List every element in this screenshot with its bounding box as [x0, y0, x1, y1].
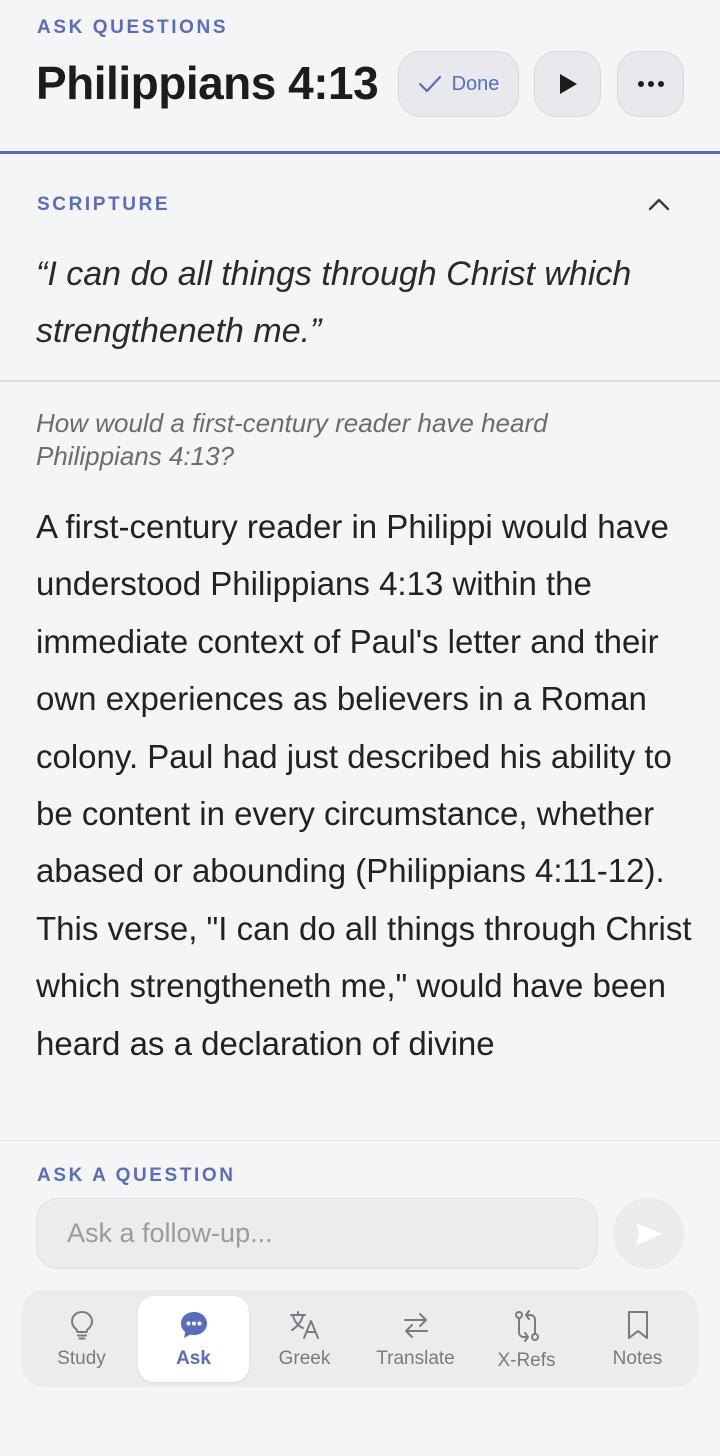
tab-ask[interactable]: Ask: [138, 1296, 249, 1382]
translate-glyph-icon: [289, 1311, 319, 1339]
done-button-label: Done: [451, 72, 500, 95]
ask-label: ASK A QUESTION: [37, 1165, 236, 1186]
send-icon: [635, 1222, 662, 1245]
tab-study-label: Study: [57, 1348, 106, 1369]
tab-translate-label: Translate: [376, 1348, 455, 1369]
tab-greek-label: Greek: [278, 1348, 331, 1369]
tab-x-refs[interactable]: X-Refs: [471, 1296, 582, 1382]
follow-up-input[interactable]: [36, 1198, 598, 1269]
page-header: ASK QUESTIONS Philippians 4:13 Done: [0, 0, 720, 154]
send-button[interactable]: [613, 1198, 684, 1269]
done-button[interactable]: Done: [398, 51, 519, 117]
question-text: How would a first-century reader have he…: [36, 408, 548, 471]
checkmark-icon: [418, 75, 441, 93]
tab-ask-label: Ask: [176, 1348, 211, 1369]
swap-arrows-icon: [403, 1313, 428, 1338]
tab-greek[interactable]: Greek: [249, 1296, 360, 1382]
play-icon: [559, 74, 577, 94]
tab-notes-label: Notes: [612, 1348, 663, 1369]
divider: [0, 380, 720, 382]
tab-study[interactable]: Study: [26, 1296, 137, 1382]
scripture-verse: “I can do all things through Christ whic…: [36, 255, 632, 350]
tab-x-refs-label: X-Refs: [497, 1350, 556, 1371]
answer-text: A first-century reader in Philippi would…: [36, 508, 692, 1062]
scripture-label: SCRIPTURE: [37, 194, 171, 215]
tab-notes[interactable]: Notes: [582, 1296, 693, 1382]
answer-scroll-area[interactable]: A first-century reader in Philippi would…: [36, 498, 696, 1128]
tab-translate[interactable]: Translate: [360, 1296, 471, 1382]
page-eyebrow: ASK QUESTIONS: [37, 17, 229, 38]
bottom-tab-bar: Study Ask Greek Translate X-Refs Notes: [22, 1290, 698, 1387]
cross-reference-icon: [514, 1310, 539, 1342]
answer-fade-overlay: [36, 1058, 696, 1128]
bookmark-icon: [627, 1311, 648, 1339]
chevron-up-icon[interactable]: [646, 194, 672, 214]
ellipsis-icon: [637, 81, 664, 87]
lightbulb-icon: [70, 1310, 93, 1340]
divider: [0, 1140, 720, 1141]
chat-bubble-icon: [180, 1312, 207, 1338]
page-title: Philippians 4:13: [36, 57, 379, 109]
play-button[interactable]: [534, 51, 601, 117]
more-options-button[interactable]: [617, 51, 684, 117]
